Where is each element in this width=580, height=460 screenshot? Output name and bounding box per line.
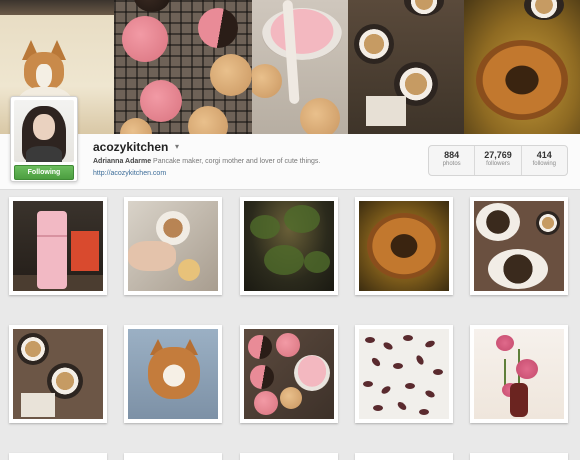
- profile-website-link[interactable]: http://acozykitchen.com: [93, 170, 166, 177]
- cover-photo-1: [0, 0, 114, 15]
- photo-tile[interactable]: [124, 453, 222, 460]
- cover-photo-coffee: [348, 0, 464, 134]
- profile-stats: 884 photos 27,769 followers 414 followin…: [428, 145, 568, 176]
- photo-coffee-cookies: [128, 201, 218, 291]
- photo-tile[interactable]: [9, 197, 107, 295]
- stat-followers-label: followers: [486, 161, 510, 167]
- profile-avatar-card: Following: [10, 96, 78, 182]
- photo-corgi-blanket: [128, 329, 218, 419]
- profile-full-name: Adrianna Adarme: [93, 158, 152, 165]
- stat-photos-count: 884: [444, 150, 460, 160]
- cover-mosaic: [0, 0, 580, 134]
- photo-plants: [244, 201, 334, 291]
- photo-tile[interactable]: [240, 197, 338, 295]
- photo-tile[interactable]: [9, 453, 107, 460]
- photo-tile[interactable]: [9, 325, 107, 423]
- photo-coffees: [13, 329, 103, 419]
- profile-username[interactable]: acozykitchen: [93, 140, 168, 154]
- photo-tile[interactable]: [355, 325, 453, 423]
- photo-tile[interactable]: [124, 197, 222, 295]
- chevron-down-icon[interactable]: ▾: [175, 142, 179, 151]
- photo-tile[interactable]: [470, 325, 568, 423]
- following-button[interactable]: Following: [14, 165, 74, 180]
- profile-bio: Adrianna Adarme Pancake maker, corgi mot…: [93, 158, 320, 165]
- avatar[interactable]: [14, 100, 74, 162]
- cover-photo-bowl: [252, 0, 348, 134]
- profile-bio-text: Pancake maker, corgi mother and lover of…: [153, 158, 321, 165]
- photo-kitchen-fridge: [13, 201, 103, 291]
- photo-tile[interactable]: [355, 197, 453, 295]
- stat-following-count: 414: [536, 150, 552, 160]
- photo-tile[interactable]: [240, 453, 338, 460]
- photo-pastry: [359, 201, 449, 291]
- cover-photo-cookies: [114, 0, 252, 134]
- cover-photo-pastry: [464, 0, 580, 134]
- stat-photos-label: photos: [442, 161, 461, 167]
- stat-photos[interactable]: 884 photos: [429, 146, 474, 175]
- photo-dinner-table: [474, 201, 564, 291]
- photo-tile[interactable]: [240, 325, 338, 423]
- stat-following-label: following: [532, 161, 556, 167]
- photo-dried-petals: [359, 329, 449, 419]
- photo-tile[interactable]: [124, 325, 222, 423]
- stat-followers[interactable]: 27,769 followers: [474, 146, 520, 175]
- photo-cookies-milk: [244, 329, 334, 419]
- photo-tile[interactable]: [355, 453, 453, 460]
- photo-tile[interactable]: [470, 453, 568, 460]
- photo-tile[interactable]: [470, 197, 568, 295]
- photo-roses-vase: [474, 329, 564, 419]
- stat-following[interactable]: 414 following: [520, 146, 567, 175]
- stat-followers-count: 27,769: [484, 150, 512, 160]
